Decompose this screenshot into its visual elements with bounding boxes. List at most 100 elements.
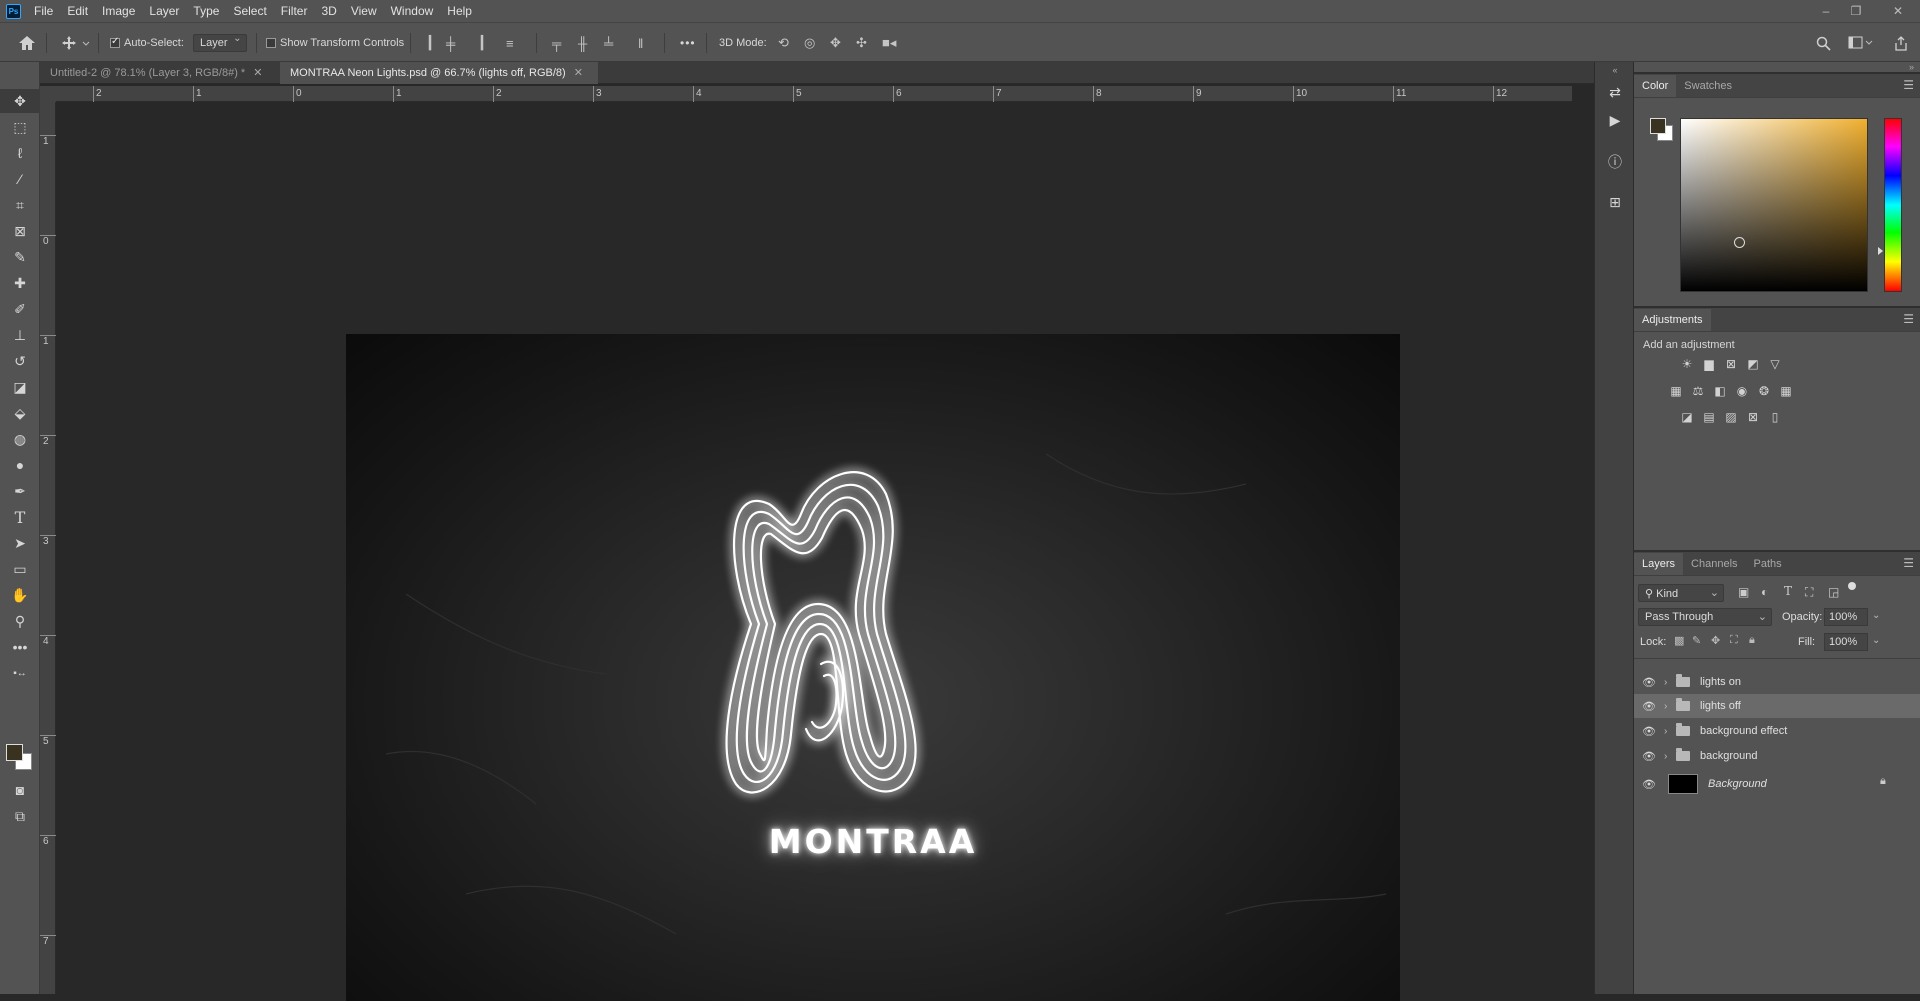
distribute-horizontal-icon[interactable]: ‖ bbox=[638, 23, 643, 63]
lock-all-icon[interactable]: 🔒︎ bbox=[1749, 634, 1755, 647]
canvas-area[interactable]: MONTRAA bbox=[56, 103, 1572, 1001]
tab-paths[interactable]: Paths bbox=[1746, 553, 1790, 575]
move-tool-icon[interactable]: ✥ bbox=[0, 89, 40, 113]
chevron-right-icon[interactable]: › bbox=[1664, 701, 1676, 712]
3d-roll-icon[interactable]: ◎ bbox=[804, 23, 815, 63]
menu-filter[interactable]: Filter bbox=[274, 0, 315, 22]
align-top-edges-icon[interactable]: ╤ bbox=[552, 23, 561, 63]
invert-icon[interactable]: ◪ bbox=[1678, 408, 1696, 426]
actions-play-icon[interactable]: ▶ bbox=[1595, 106, 1635, 134]
hue-saturation-icon[interactable]: ▦ bbox=[1667, 382, 1685, 400]
show-transform-controls-checkbox[interactable]: Show Transform Controls bbox=[266, 23, 404, 63]
pen-tool-icon[interactable]: ✒ bbox=[0, 479, 40, 503]
black-white-icon[interactable]: ◧ bbox=[1711, 382, 1729, 400]
vertical-ruler[interactable]: 1 0 1 2 3 4 5 6 7 bbox=[40, 102, 56, 994]
filter-smart-objects-icon[interactable]: ◲ bbox=[1828, 585, 1839, 599]
home-icon[interactable] bbox=[18, 23, 36, 63]
panel-menu-icon[interactable]: ☰ bbox=[1903, 78, 1914, 92]
chevron-right-icon[interactable]: › bbox=[1664, 751, 1676, 762]
layer-filter-dropdown[interactable]: ⚲ Kind ⌄ bbox=[1638, 584, 1724, 602]
lock-image-pixels-icon[interactable]: ✎ bbox=[1692, 634, 1701, 647]
path-selection-tool-icon[interactable]: ➤ bbox=[0, 531, 40, 555]
align-vertical-centers-icon[interactable]: ╫ bbox=[578, 23, 587, 63]
align-left-edges-icon[interactable]: ▕▏ bbox=[420, 23, 440, 63]
search-icon[interactable] bbox=[1816, 23, 1831, 63]
visibility-eye-icon[interactable]: 👁︎ bbox=[1634, 750, 1664, 763]
gradient-map-icon[interactable]: ▯ bbox=[1766, 408, 1784, 426]
filter-shape-layers-icon[interactable]: ⛶ bbox=[1805, 585, 1813, 600]
align-right-edges-icon[interactable]: ▕▏ bbox=[472, 23, 492, 63]
eraser-tool-icon[interactable]: ◪ bbox=[0, 375, 40, 399]
fill-input[interactable]: 100% bbox=[1824, 633, 1868, 651]
magic-wand-tool-icon[interactable]: ⁄ bbox=[0, 167, 40, 191]
color-lookup-icon[interactable]: ▦ bbox=[1777, 382, 1795, 400]
close-button[interactable]: ✕ bbox=[1884, 0, 1912, 22]
share-icon[interactable] bbox=[1894, 23, 1908, 63]
layer-row-lights-on[interactable]: 👁︎ › lights on bbox=[1634, 670, 1920, 694]
history-icon[interactable]: ⇄ bbox=[1595, 78, 1635, 106]
photo-filter-icon[interactable]: ◉ bbox=[1733, 382, 1751, 400]
tab-untitled-2[interactable]: Untitled-2 @ 78.1% (Layer 3, RGB/8#) * ✕ bbox=[40, 62, 278, 84]
collapse-panels-icon[interactable]: « bbox=[1595, 62, 1635, 78]
type-tool-icon[interactable]: T bbox=[0, 505, 40, 529]
panel-menu-icon[interactable]: ☰ bbox=[1903, 556, 1914, 570]
visibility-eye-icon[interactable]: 👁︎ bbox=[1634, 700, 1664, 713]
auto-select-checkbox[interactable]: Auto-Select: bbox=[110, 23, 184, 63]
rectangle-tool-icon[interactable]: ▭ bbox=[0, 557, 40, 581]
tab-layers[interactable]: Layers bbox=[1634, 553, 1684, 575]
tab-color[interactable]: Color bbox=[1634, 75, 1677, 97]
visibility-eye-icon[interactable]: 👁︎ bbox=[1634, 725, 1664, 738]
visibility-eye-icon[interactable]: 👁︎ bbox=[1634, 778, 1664, 791]
threshold-icon[interactable]: ▨ bbox=[1722, 408, 1740, 426]
edit-toolbar-icon[interactable]: ••• bbox=[0, 635, 40, 659]
levels-icon[interactable]: ▆ bbox=[1700, 355, 1718, 373]
quick-mask-icon[interactable]: ◙ bbox=[0, 778, 40, 802]
chevron-right-icon[interactable]: › bbox=[1664, 677, 1676, 688]
more-options-icon[interactable]: ••• bbox=[680, 23, 696, 63]
tab-channels[interactable]: Channels bbox=[1683, 553, 1745, 575]
3d-scale-icon[interactable]: ■◂ bbox=[882, 23, 896, 63]
history-brush-tool-icon[interactable]: ↺ bbox=[0, 349, 40, 373]
menu-window[interactable]: Window bbox=[384, 0, 441, 22]
close-tab-icon[interactable]: ✕ bbox=[253, 67, 262, 79]
screen-mode-icon[interactable]: ⧉ bbox=[0, 804, 40, 828]
align-horizontal-centers-icon[interactable]: ╪ bbox=[446, 23, 455, 63]
lasso-tool-icon[interactable]: ℓ bbox=[0, 141, 40, 165]
default-colors-icon[interactable]: ▪↔ bbox=[0, 661, 40, 685]
color-foreground-swatch[interactable] bbox=[1650, 118, 1666, 134]
menu-image[interactable]: Image bbox=[95, 0, 142, 22]
opacity-slider-toggle-icon[interactable]: ⌄ bbox=[1872, 610, 1880, 621]
menu-view[interactable]: View bbox=[344, 0, 384, 22]
align-bottom-edges-icon[interactable]: ╧ bbox=[604, 23, 613, 63]
info-icon[interactable]: ⓘ bbox=[1595, 148, 1635, 176]
opacity-input[interactable]: 100% bbox=[1824, 608, 1868, 626]
healing-brush-tool-icon[interactable]: ✚ bbox=[0, 271, 40, 295]
brightness-contrast-icon[interactable]: ☀ bbox=[1678, 355, 1696, 373]
hue-slider-handle[interactable] bbox=[1878, 247, 1883, 255]
dodge-tool-icon[interactable]: ● bbox=[0, 453, 40, 477]
foreground-color-swatch[interactable] bbox=[6, 744, 23, 761]
3d-pan-icon[interactable]: ✥ bbox=[830, 23, 841, 63]
lock-transparent-pixels-icon[interactable]: ▩ bbox=[1674, 634, 1684, 647]
auto-select-target-dropdown[interactable]: Layer bbox=[193, 23, 247, 63]
paint-bucket-tool-icon[interactable]: ⬙ bbox=[0, 401, 40, 425]
layer-row-background-group[interactable]: 👁︎ › background bbox=[1634, 744, 1920, 768]
tab-montraa-neon-lights[interactable]: MONTRAA Neon Lights.psd @ 66.7% (lights … bbox=[280, 62, 598, 84]
color-field[interactable] bbox=[1680, 118, 1868, 292]
color-picker-cursor[interactable] bbox=[1734, 237, 1745, 248]
fill-slider-toggle-icon[interactable]: ⌄ bbox=[1872, 635, 1880, 646]
move-tool-preset-icon[interactable] bbox=[62, 23, 90, 63]
blur-tool-icon[interactable]: ◍ bbox=[0, 427, 40, 451]
exposure-icon[interactable]: ◩ bbox=[1744, 355, 1762, 373]
menu-edit[interactable]: Edit bbox=[60, 0, 95, 22]
selective-color-icon[interactable]: ⊠ bbox=[1744, 408, 1762, 426]
zoom-tool-icon[interactable]: ⚲ bbox=[0, 609, 40, 633]
tab-adjustments[interactable]: Adjustments bbox=[1634, 309, 1711, 331]
minimize-button[interactable]: – bbox=[1812, 0, 1840, 22]
lock-artboard-icon[interactable]: ⛶ bbox=[1730, 634, 1738, 647]
menu-file[interactable]: File bbox=[27, 0, 60, 22]
workspace-icon[interactable] bbox=[1848, 23, 1874, 63]
layer-row-background[interactable]: 👁︎ Background 🔒︎ bbox=[1634, 770, 1920, 798]
lock-position-icon[interactable]: ✥ bbox=[1711, 634, 1720, 647]
blend-mode-dropdown[interactable]: Pass Through ⌄ bbox=[1638, 608, 1772, 626]
